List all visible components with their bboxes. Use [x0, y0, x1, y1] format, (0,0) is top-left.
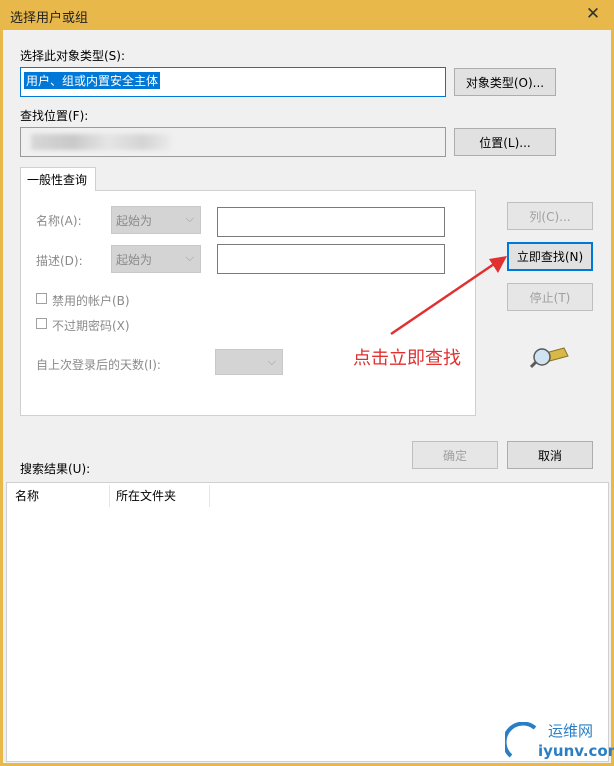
- close-icon[interactable]: ✕: [578, 2, 608, 26]
- search-results-list[interactable]: 名称 所在文件夹: [6, 482, 609, 762]
- description-label: 描述(D):: [36, 254, 83, 268]
- disabled-accounts-label: 禁用的帐户(B): [52, 294, 130, 308]
- name-input[interactable]: [217, 207, 445, 237]
- watermark-line1: 运维网: [548, 722, 594, 740]
- chevron-down-icon: ⌵: [185, 251, 194, 264]
- non-expiring-password-checkbox[interactable]: [36, 318, 47, 329]
- title-bar[interactable]: [0, 0, 614, 30]
- days-since-logon-label: 自上次登录后的天数(I):: [36, 358, 161, 372]
- name-mode-value: 起始为: [116, 213, 153, 228]
- object-type-field[interactable]: 用户、组或内置安全主体: [20, 67, 446, 97]
- window-border-left: [0, 30, 3, 766]
- column-header-folder[interactable]: 所在文件夹: [116, 486, 176, 504]
- chevron-down-icon: ⌵: [267, 355, 276, 368]
- location-field[interactable]: [20, 127, 446, 157]
- find-now-button[interactable]: 立即查找(N): [507, 242, 593, 271]
- locations-button[interactable]: 位置(L)...: [454, 128, 556, 156]
- column-divider[interactable]: [209, 485, 210, 507]
- object-type-value: 用户、组或内置安全主体: [24, 72, 161, 89]
- search-results-label: 搜索结果(U):: [20, 462, 91, 476]
- redacted-location: [31, 134, 171, 150]
- watermark-line2: iyunv.com: [538, 742, 614, 760]
- name-label: 名称(A):: [36, 214, 82, 228]
- column-header-name[interactable]: 名称: [15, 486, 39, 504]
- stop-button[interactable]: 停止(T): [507, 283, 593, 311]
- ok-button[interactable]: 确定: [412, 441, 498, 469]
- chevron-down-icon: ⌵: [185, 212, 194, 225]
- annotation-text: 点击立即查找: [353, 348, 461, 369]
- search-icon: [530, 347, 569, 369]
- days-since-logon-select[interactable]: ⌵: [215, 349, 283, 375]
- object-type-label: 选择此对象类型(S):: [20, 49, 126, 63]
- location-label: 查找位置(F):: [20, 109, 89, 123]
- tab-common-queries[interactable]: 一般性查询: [20, 167, 96, 191]
- description-mode-select[interactable]: 起始为 ⌵: [111, 245, 201, 273]
- columns-button[interactable]: 列(C)...: [507, 202, 593, 230]
- non-expiring-password-label: 不过期密码(X): [52, 319, 130, 333]
- disabled-accounts-checkbox[interactable]: [36, 293, 47, 304]
- cancel-button[interactable]: 取消: [507, 441, 593, 469]
- column-divider[interactable]: [109, 485, 110, 507]
- annotation-arrow: [390, 256, 507, 336]
- window-title: 选择用户或组: [10, 11, 89, 26]
- object-types-button[interactable]: 对象类型(O)...: [454, 68, 556, 96]
- name-mode-select[interactable]: 起始为 ⌵: [111, 206, 201, 234]
- description-mode-value: 起始为: [116, 252, 153, 267]
